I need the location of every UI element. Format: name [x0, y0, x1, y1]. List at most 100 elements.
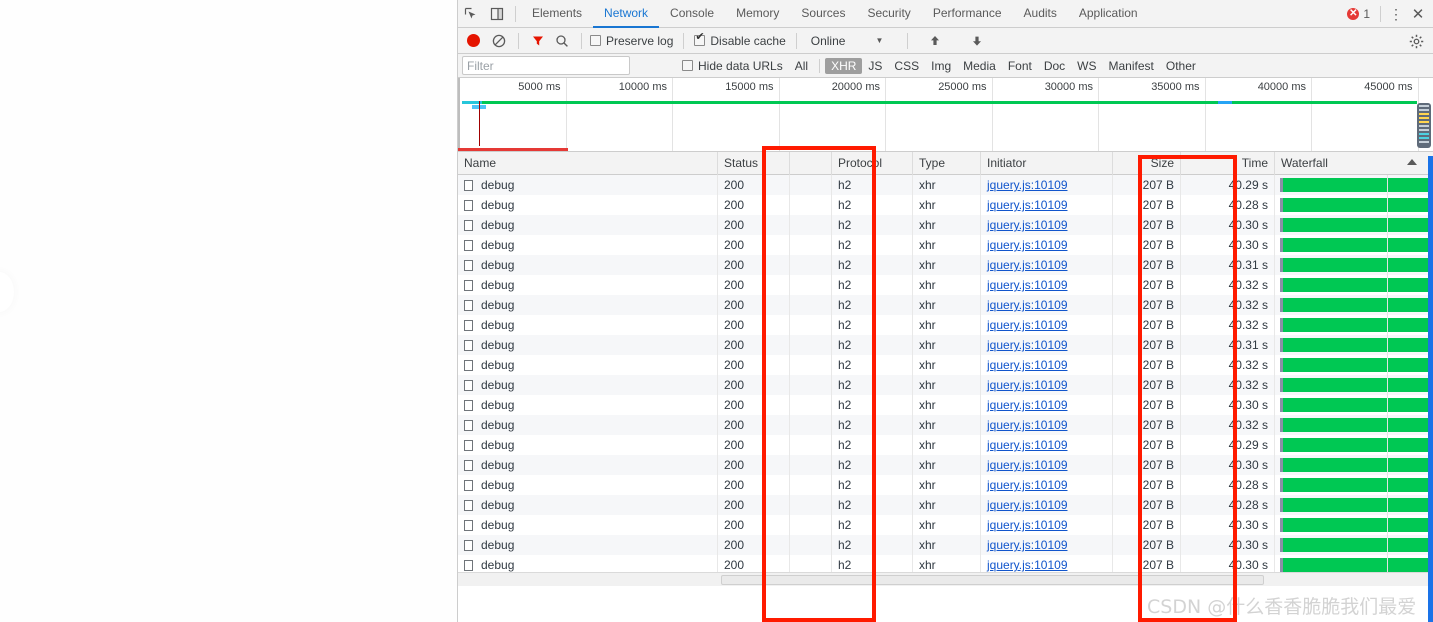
cell-time: 40.29 s: [1181, 175, 1275, 195]
filter-type-all[interactable]: All: [789, 58, 814, 74]
filter-type-doc[interactable]: Doc: [1038, 58, 1071, 74]
column-header-type[interactable]: Type: [913, 152, 981, 175]
disable-cache-checkbox[interactable]: Disable cache: [694, 32, 786, 48]
filter-type-manifest[interactable]: Manifest: [1103, 58, 1160, 74]
waterfall-bar-stalled-segment: [1280, 198, 1283, 212]
initiator-link[interactable]: jquery.js:10109: [987, 438, 1068, 452]
cell-protocol: h2: [832, 215, 913, 235]
table-row[interactable]: debug 200 h2 xhr jquery.js:10109 207 B 40.28 s: [458, 475, 1433, 495]
import-har-icon[interactable]: [924, 30, 946, 52]
cell-waterfall: [1275, 335, 1433, 355]
column-header-status[interactable]: Status: [718, 152, 790, 175]
overview-vertical-scrollbar[interactable]: [1417, 103, 1431, 148]
initiator-link[interactable]: jquery.js:10109: [987, 238, 1068, 252]
initiator-link[interactable]: jquery.js:10109: [987, 278, 1068, 292]
table-row[interactable]: debug 200 h2 xhr jquery.js:10109 207 B 40.30 s: [458, 215, 1433, 235]
hide-data-urls-checkbox[interactable]: Hide data URLs: [682, 59, 783, 73]
column-header-waterfall[interactable]: Waterfall: [1275, 152, 1433, 175]
throttling-select[interactable]: Online ▼: [807, 34, 902, 48]
filter-type-css[interactable]: CSS: [888, 58, 925, 74]
column-header-blank[interactable]: [790, 152, 832, 175]
export-har-icon[interactable]: [966, 30, 988, 52]
tab-security[interactable]: Security: [856, 0, 921, 28]
cell-status: 200: [718, 375, 790, 395]
initiator-link[interactable]: jquery.js:10109: [987, 458, 1068, 472]
table-row[interactable]: debug 200 h2 xhr jquery.js:10109 207 B 40.32 s: [458, 295, 1433, 315]
initiator-link[interactable]: jquery.js:10109: [987, 398, 1068, 412]
filter-type-xhr[interactable]: XHR: [825, 57, 863, 74]
initiator-link[interactable]: jquery.js:10109: [987, 338, 1068, 352]
table-row[interactable]: debug 200 h2 xhr jquery.js:10109 207 B 40.32 s: [458, 375, 1433, 395]
table-row[interactable]: debug 200 h2 xhr jquery.js:10109 207 B 40.30 s: [458, 515, 1433, 535]
initiator-link[interactable]: jquery.js:10109: [987, 358, 1068, 372]
column-header-protocol[interactable]: Protocol: [832, 152, 913, 175]
filter-type-ws[interactable]: WS: [1071, 58, 1102, 74]
tab-audits[interactable]: Audits: [1013, 0, 1068, 28]
close-icon[interactable]: ✕: [1407, 5, 1429, 23]
tab-performance[interactable]: Performance: [922, 0, 1013, 28]
cell-type: xhr: [913, 355, 981, 375]
table-row[interactable]: debug 200 h2 xhr jquery.js:10109 207 B 40.30 s: [458, 235, 1433, 255]
more-options-icon[interactable]: ⋮: [1387, 6, 1405, 23]
initiator-link[interactable]: jquery.js:10109: [987, 198, 1068, 212]
table-row[interactable]: debug 200 h2 xhr jquery.js:10109 207 B 40.32 s: [458, 355, 1433, 375]
filter-type-js[interactable]: JS: [862, 58, 888, 74]
column-header-initiator[interactable]: Initiator: [981, 152, 1113, 175]
initiator-link[interactable]: jquery.js:10109: [987, 558, 1068, 572]
filter-type-other[interactable]: Other: [1160, 58, 1202, 74]
preserve-log-checkbox[interactable]: Preserve log: [590, 34, 673, 48]
initiator-link[interactable]: jquery.js:10109: [987, 218, 1068, 232]
column-header-size[interactable]: Size: [1113, 152, 1181, 175]
request-name-label: debug: [481, 258, 515, 272]
initiator-link[interactable]: jquery.js:10109: [987, 418, 1068, 432]
device-toolbar-icon[interactable]: [484, 1, 510, 27]
search-icon[interactable]: [551, 30, 573, 52]
initiator-link[interactable]: jquery.js:10109: [987, 538, 1068, 552]
clear-icon[interactable]: [488, 30, 510, 52]
table-row[interactable]: debug 200 h2 xhr jquery.js:10109 207 B 40.32 s: [458, 315, 1433, 335]
table-row[interactable]: debug 200 h2 xhr jquery.js:10109 207 B 40.31 s: [458, 255, 1433, 275]
table-row[interactable]: debug 200 h2 xhr jquery.js:10109 207 B 40.30 s: [458, 455, 1433, 475]
initiator-link[interactable]: jquery.js:10109: [987, 518, 1068, 532]
initiator-link[interactable]: jquery.js:10109: [987, 178, 1068, 192]
vertical-scrollbar[interactable]: [1428, 156, 1433, 622]
table-row[interactable]: debug 200 h2 xhr jquery.js:10109 207 B 40.30 s: [458, 395, 1433, 415]
initiator-link[interactable]: jquery.js:10109: [987, 318, 1068, 332]
table-row[interactable]: debug 200 h2 xhr jquery.js:10109 207 B 40.28 s: [458, 195, 1433, 215]
error-count-badge[interactable]: ✕ 1: [1347, 7, 1374, 21]
table-row[interactable]: debug 200 h2 xhr jquery.js:10109 207 B 40.29 s: [458, 175, 1433, 195]
initiator-link[interactable]: jquery.js:10109: [987, 258, 1068, 272]
filter-input[interactable]: [462, 56, 630, 75]
tab-sources[interactable]: Sources: [790, 0, 856, 28]
gear-icon[interactable]: [1405, 30, 1427, 52]
initiator-link[interactable]: jquery.js:10109: [987, 498, 1068, 512]
tab-memory[interactable]: Memory: [725, 0, 790, 28]
table-row[interactable]: debug 200 h2 xhr jquery.js:10109 207 B 40.31 s: [458, 335, 1433, 355]
table-row[interactable]: debug 200 h2 xhr jquery.js:10109 207 B 40.28 s: [458, 495, 1433, 515]
tab-elements[interactable]: Elements: [521, 0, 593, 28]
table-row[interactable]: debug 200 h2 xhr jquery.js:10109 207 B 40.30 s: [458, 535, 1433, 555]
initiator-link[interactable]: jquery.js:10109: [987, 378, 1068, 392]
column-header-time[interactable]: Time: [1181, 152, 1275, 175]
table-row[interactable]: debug 200 h2 xhr jquery.js:10109 207 B 40.29 s: [458, 435, 1433, 455]
table-row[interactable]: debug 200 h2 xhr jquery.js:10109 207 B 40.32 s: [458, 415, 1433, 435]
initiator-link[interactable]: jquery.js:10109: [987, 478, 1068, 492]
network-overview[interactable]: 5000 ms 10000 ms 15000 ms 20000 ms 25000 ms 3…: [458, 78, 1433, 152]
hide-data-urls-label: Hide data URLs: [698, 58, 783, 73]
record-button-icon[interactable]: [467, 34, 480, 47]
filter-type-font[interactable]: Font: [1002, 58, 1038, 74]
tab-console[interactable]: Console: [659, 0, 725, 28]
tab-network[interactable]: Network: [593, 0, 659, 28]
horizontal-scrollbar-thumb[interactable]: [721, 575, 1264, 585]
filter-type-media[interactable]: Media: [957, 58, 1002, 74]
column-header-name[interactable]: Name: [458, 152, 718, 175]
horizontal-scrollbar[interactable]: [458, 572, 1433, 586]
inspect-element-icon[interactable]: [458, 1, 484, 27]
sort-ascending-icon[interactable]: [1407, 158, 1417, 165]
cell-size: 207 B: [1113, 295, 1181, 315]
table-row[interactable]: debug 200 h2 xhr jquery.js:10109 207 B 40.32 s: [458, 275, 1433, 295]
initiator-link[interactable]: jquery.js:10109: [987, 298, 1068, 312]
tab-application[interactable]: Application: [1068, 0, 1149, 28]
filter-icon[interactable]: [527, 30, 549, 52]
filter-type-img[interactable]: Img: [925, 58, 957, 74]
